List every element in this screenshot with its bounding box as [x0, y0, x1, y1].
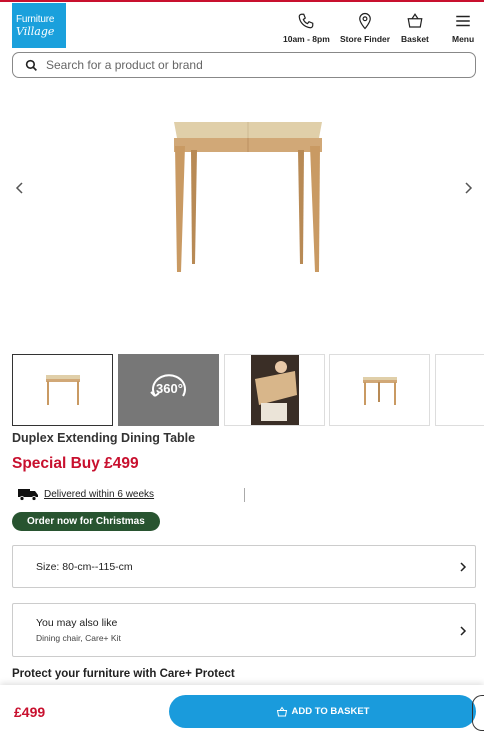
hamburger-menu-icon: [456, 15, 470, 27]
table-thumbnail-image: [45, 375, 80, 405]
chevron-right-icon: [460, 626, 467, 636]
you-may-also-like[interactable]: You may also like Dining chair, Care+ Ki…: [12, 603, 476, 657]
search-input[interactable]: [46, 58, 446, 72]
thumbnail-product-side[interactable]: [329, 354, 430, 426]
care-protect-heading: Protect your furniture with Care+ Protec…: [12, 668, 235, 680]
also-like-title: You may also like: [36, 617, 118, 629]
phone-icon: [299, 13, 314, 29]
map-pin-icon: [359, 12, 371, 30]
thumbnail-product-front[interactable]: [12, 354, 113, 426]
search-icon: [25, 59, 37, 71]
nav-label-hours: 10am - 8pm: [283, 34, 330, 44]
delivery-text[interactable]: Delivered within 6 weeks: [44, 489, 154, 500]
basket-icon: [407, 13, 423, 28]
nav-store-finder[interactable]: Store Finder: [340, 12, 390, 44]
logo-line-1: Furniture: [16, 13, 55, 25]
sticky-add-to-basket-bar: £499 ADD TO BASKET: [0, 685, 484, 739]
chevron-right-icon: [460, 562, 467, 572]
nav-label-store-finder: Store Finder: [340, 34, 391, 44]
gallery-prev-button[interactable]: [12, 178, 28, 198]
site-header: Furniture Village 10am - 8pm Store Finde…: [0, 2, 484, 50]
chevron-right-icon: [465, 182, 473, 194]
table-thumbnail-image-3: [466, 371, 484, 409]
bottom-price: £499: [14, 704, 46, 720]
lifestyle-thumbnail-image: [250, 355, 299, 425]
delivery-truck-icon: [18, 489, 38, 501]
nav-menu[interactable]: Menu: [452, 12, 474, 44]
nav-label-menu: Menu: [452, 34, 475, 44]
add-to-basket-label: ADD TO BASKET: [291, 706, 370, 717]
product-main-image[interactable]: [40, 88, 444, 348]
gallery-next-button[interactable]: [460, 178, 476, 198]
special-buy-price: Special Buy £499: [12, 455, 139, 472]
nav-opening-hours[interactable]: 10am - 8pm: [283, 12, 330, 44]
table-thumbnail-image-2: [362, 377, 397, 405]
logo-line-2: Village: [16, 24, 55, 38]
thumbnail-product-partial[interactable]: [435, 354, 484, 426]
product-title: Duplex Extending Dining Table: [12, 431, 196, 445]
search-bar[interactable]: [12, 52, 476, 78]
furniture-village-logo[interactable]: Furniture Village: [12, 3, 66, 48]
thumbnail-360-label: 360°: [156, 381, 183, 396]
nav-basket[interactable]: Basket: [401, 12, 429, 44]
add-to-basket-button[interactable]: ADD TO BASKET: [169, 695, 476, 728]
feedback-tab[interactable]: [472, 695, 484, 731]
thumbnail-360-view[interactable]: 360°: [118, 354, 219, 426]
thumbnail-lifestyle[interactable]: [224, 354, 325, 426]
delivery-info[interactable]: Delivered within 6 weeks: [18, 488, 154, 501]
delivery-divider: [244, 488, 245, 502]
basket-icon: [276, 706, 287, 716]
size-selector[interactable]: Size: 80-cm--115-cm: [12, 545, 476, 588]
nav-label-basket: Basket: [401, 34, 429, 44]
size-label: Size: 80-cm--115-cm: [36, 561, 133, 573]
thumbnail-strip: 360°: [12, 354, 484, 427]
christmas-badge: Order now for Christmas: [12, 512, 160, 531]
also-like-subtitle: Dining chair, Care+ Kit: [36, 633, 121, 643]
chevron-left-icon: [15, 182, 23, 194]
